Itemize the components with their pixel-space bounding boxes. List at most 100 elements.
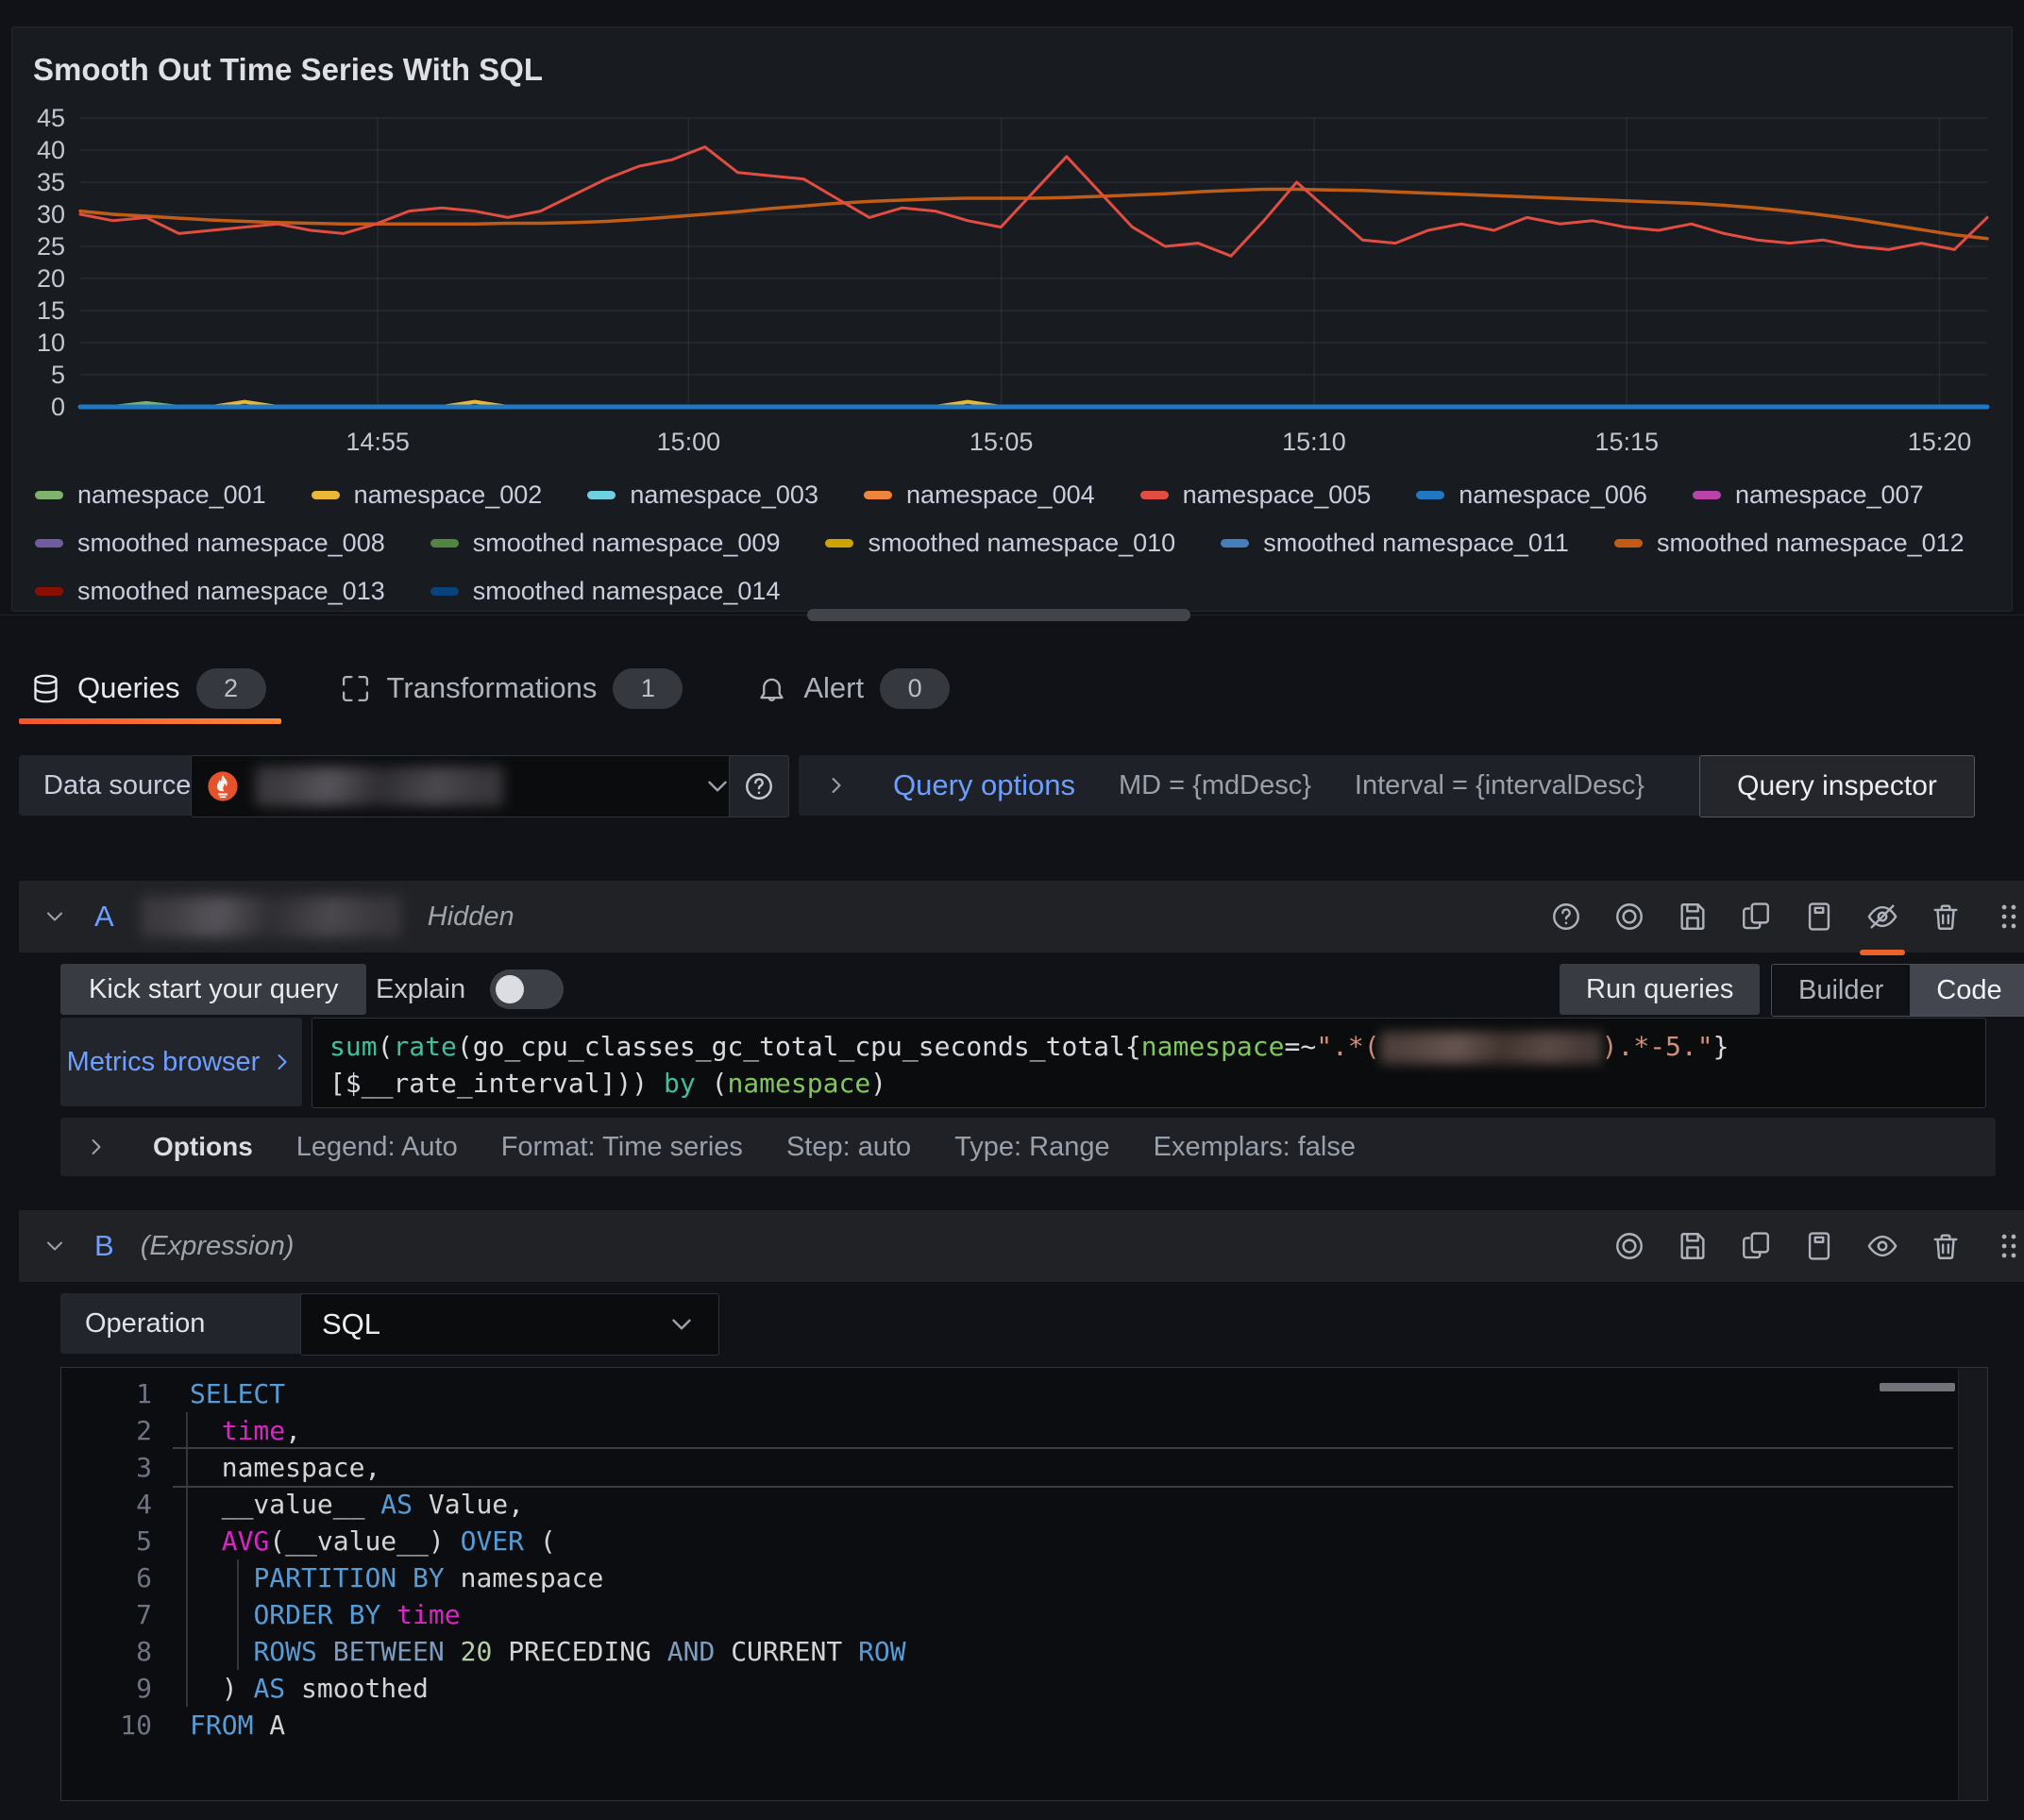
database-icon [30,673,61,704]
line-number: 2 [61,1415,190,1446]
options-label[interactable]: Options [153,1132,253,1162]
editor-scroll-indicator[interactable] [1880,1383,1955,1391]
legend-item[interactable]: smoothed namespace_012 [1614,529,1965,558]
tab-transformations[interactable]: Transformations 1 [336,668,687,709]
pane-resize-handle[interactable] [807,609,1190,621]
query-inspector-button[interactable]: Query inspector [1699,755,1975,817]
tab-queries-label: Queries [77,671,180,705]
query-options-toggle[interactable]: Query options [893,768,1075,802]
code-line[interactable]: 7 ORDER BY time [61,1596,1955,1633]
legend-swatch [1416,491,1444,499]
legend-label: namespace_003 [630,480,818,510]
operation-label: Operation [60,1293,338,1354]
legend-label: smoothed namespace_013 [77,577,385,606]
data-source-name-redacted [256,767,503,806]
builder-mode-option[interactable]: Builder [1772,965,1910,1016]
code-line[interactable]: 2 time, [61,1412,1955,1449]
code-line[interactable]: 3 namespace, [61,1449,1955,1486]
trash-icon[interactable] [1927,895,1965,938]
svg-text:14:55: 14:55 [346,428,410,456]
code-mode-option[interactable]: Code [1910,965,2024,1016]
legend-item[interactable]: namespace_006 [1416,480,1647,510]
data-source-help-button[interactable] [729,755,789,817]
chevron-right-icon[interactable] [83,1134,110,1160]
code-line[interactable]: 9 ) AS smoothed [61,1670,1955,1707]
query-a-header[interactable]: A Hidden [19,881,2024,952]
legend-swatch [1693,491,1721,499]
legend-item[interactable]: smoothed namespace_010 [825,529,1175,558]
tab-queries[interactable]: Queries 2 [26,668,270,709]
metrics-browser-button[interactable]: Metrics browser [60,1018,302,1106]
legend-item[interactable]: namespace_003 [587,480,818,510]
drag-icon[interactable] [1990,1224,2024,1268]
chevron-down-icon[interactable] [42,903,68,930]
code-line[interactable]: 4 __value__ AS Value, [61,1486,1955,1523]
promql-editor[interactable]: sum(rate(go_cpu_classes_gc_total_cpu_sec… [312,1018,1986,1108]
save-icon[interactable] [1674,895,1712,938]
svg-text:15:20: 15:20 [1908,428,1972,456]
book-icon[interactable] [1800,895,1838,938]
query-b-type-label: (Expression) [141,1231,295,1262]
question-circle-icon [743,770,775,802]
legend-label: smoothed namespace_010 [868,529,1175,558]
legend-item[interactable]: namespace_005 [1140,480,1372,510]
code-line[interactable]: 8 ROWS BETWEEN 20 PRECEDING AND CURRENT … [61,1633,1955,1670]
run-queries-button[interactable]: Run queries [1560,964,1760,1015]
operation-select[interactable]: SQL [300,1293,719,1356]
editor-minimap[interactable] [1958,1368,1987,1800]
query-a-toolbar [1547,895,2024,938]
promql-redacted [1380,1032,1602,1064]
code-line[interactable]: 6 PARTITION BY namespace [61,1559,1955,1596]
svg-text:10: 10 [37,329,65,357]
help-icon[interactable] [1547,895,1585,938]
svg-text:30: 30 [37,200,65,228]
data-source-picker[interactable] [191,755,750,817]
legend-item[interactable]: smoothed namespace_013 [35,577,385,606]
book-icon[interactable] [1800,1224,1838,1268]
code-line[interactable]: 10FROM A [61,1707,1955,1744]
copy-icon[interactable] [1737,895,1775,938]
legend-label: smoothed namespace_011 [1263,529,1569,558]
bell-icon [756,673,787,704]
record-icon[interactable] [1611,1224,1648,1268]
chevron-down-icon[interactable] [42,1233,68,1259]
copy-icon[interactable] [1737,1224,1775,1268]
eye-off-icon[interactable] [1864,895,1901,938]
tab-alert[interactable]: Alert 0 [752,668,953,709]
chevron-right-icon [823,772,850,799]
explain-toggle[interactable] [490,969,564,1009]
code-line[interactable]: 5 AVG(__value__) OVER ( [61,1523,1955,1559]
max-data-points-text: MD = {mdDesc} [1119,770,1311,801]
legend-item[interactable]: smoothed namespace_011 [1221,529,1569,558]
explain-control: Explain [376,964,564,1015]
legend-item[interactable]: namespace_001 [35,480,266,510]
editor-tabs: Queries 2 Transformations 1 Alert 0 [26,654,953,722]
explain-label: Explain [376,974,465,1005]
eye-icon[interactable] [1864,1224,1901,1268]
legend-item[interactable]: smoothed namespace_009 [430,529,781,558]
legend-item[interactable]: namespace_004 [864,480,1095,510]
trash-icon[interactable] [1927,1224,1965,1268]
legend-item[interactable]: namespace_002 [312,480,543,510]
line-number: 9 [61,1673,190,1704]
time-series-panel: Smooth Out Time Series With SQL 05101520… [11,26,2013,612]
legend-item[interactable]: smoothed namespace_014 [430,577,781,606]
kick-start-query-button[interactable]: Kick start your query [60,964,366,1015]
option-type: Type: Range [954,1132,1109,1163]
tab-transformations-count-badge: 1 [613,668,683,709]
save-icon[interactable] [1674,1224,1712,1268]
sql-code-editor[interactable]: 1SELECT2 time,3 namespace,4 __value__ AS… [60,1367,1988,1801]
code-line[interactable]: 1SELECT [61,1375,1955,1412]
line-number: 6 [61,1562,190,1593]
legend-swatch [430,539,459,548]
svg-text:15: 15 [37,296,65,325]
legend-label: namespace_002 [354,480,543,510]
record-icon[interactable] [1611,895,1648,938]
svg-text:0: 0 [51,393,65,421]
query-b-header[interactable]: B (Expression) [19,1210,2024,1282]
legend-item[interactable]: namespace_007 [1693,480,1924,510]
legend-swatch [35,587,63,596]
legend-item[interactable]: smoothed namespace_008 [35,529,385,558]
drag-icon[interactable] [1990,895,2024,938]
legend-swatch [587,491,616,499]
